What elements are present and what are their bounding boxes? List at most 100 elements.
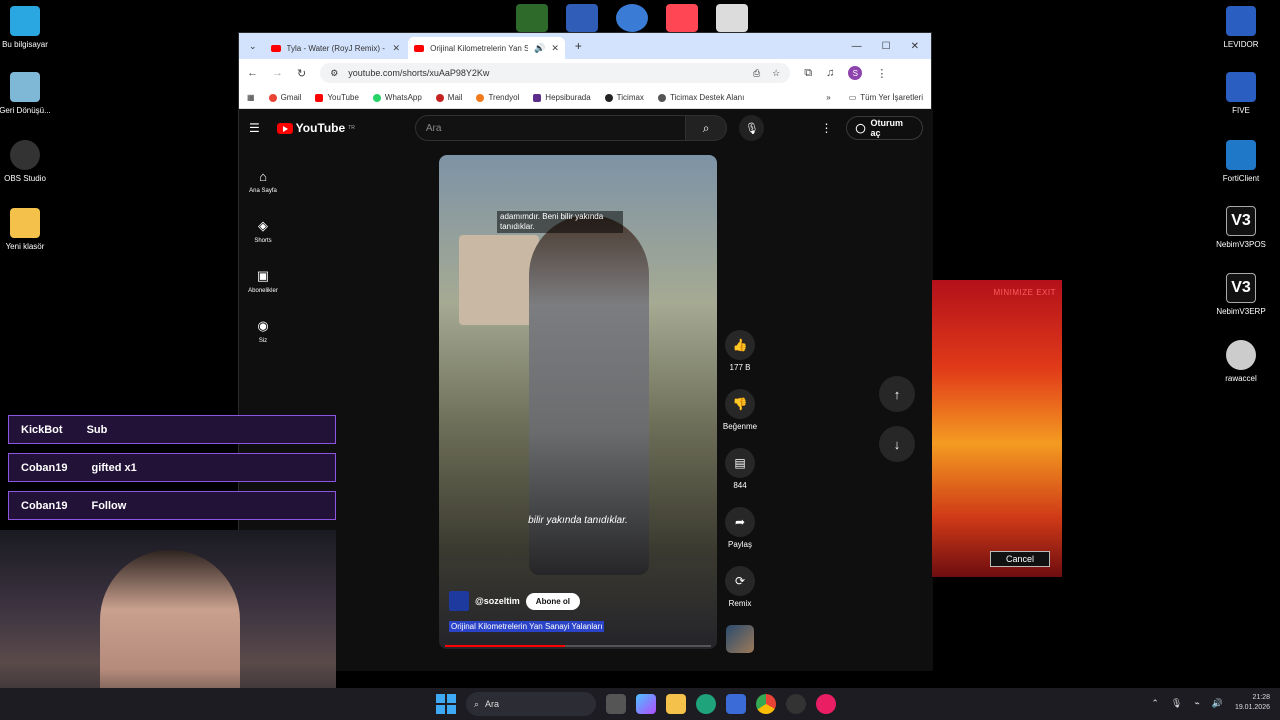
copilot-icon[interactable] bbox=[636, 694, 656, 714]
back-icon[interactable]: ← bbox=[247, 67, 258, 79]
new-tab-icon[interactable]: + bbox=[567, 39, 590, 53]
forward-icon[interactable]: → bbox=[272, 67, 283, 79]
previous-short-button[interactable]: ↑ bbox=[879, 376, 915, 412]
file-explorer-icon[interactable] bbox=[666, 694, 686, 714]
bookmark-whatsapp[interactable]: WhatsApp bbox=[372, 93, 422, 102]
recycle-bin-icon bbox=[10, 72, 40, 102]
comments-action: ▤ 844 bbox=[725, 448, 755, 501]
desktop-icon-rawaccel[interactable]: rawaccel bbox=[1209, 340, 1273, 384]
close-tab-icon[interactable]: ✕ bbox=[551, 43, 559, 54]
bookmark-mail[interactable]: Mail bbox=[435, 93, 462, 102]
desktop-icon-this-pc[interactable]: Bu bilgisayar bbox=[0, 6, 57, 50]
all-bookmarks[interactable]: ▭ Tüm Yer İşaretleri bbox=[849, 93, 923, 102]
sound-thumbnail[interactable] bbox=[726, 625, 754, 653]
bookmark-ticimax[interactable]: Ticimax bbox=[604, 93, 644, 102]
comments-button[interactable]: ▤ bbox=[725, 448, 755, 478]
share-action: ➦ Paylaş bbox=[725, 507, 755, 560]
share-button[interactable]: ➦ bbox=[725, 507, 755, 537]
mic-icon[interactable]: 🎙 bbox=[1171, 698, 1182, 709]
channel-avatar[interactable] bbox=[449, 591, 469, 611]
short-video-player[interactable]: adamımdır. Beni bilir yakında tanıdıklar… bbox=[439, 155, 717, 649]
signin-button[interactable]: ◯ Oturum aç bbox=[846, 116, 924, 140]
reload-icon[interactable]: ↻ bbox=[297, 67, 306, 80]
close-window-icon[interactable]: ✕ bbox=[911, 41, 919, 52]
volume-icon[interactable]: 🔊 bbox=[1212, 698, 1223, 709]
tab-active-shorts[interactable]: Orijinal Kilometrelerin Yan S 🔊 ✕ bbox=[408, 37, 565, 59]
remix-button[interactable]: ⟳ bbox=[725, 566, 755, 596]
desktop-icon-recycle-bin[interactable]: Geri Dönüşü... bbox=[0, 72, 57, 116]
cs-icon[interactable] bbox=[566, 4, 598, 32]
minimize-icon[interactable]: — bbox=[852, 41, 862, 52]
edge-icon[interactable] bbox=[696, 694, 716, 714]
short-navigation: ↑ ↓ bbox=[879, 376, 915, 462]
next-short-button[interactable]: ↓ bbox=[879, 426, 915, 462]
gta-v-icon[interactable] bbox=[516, 4, 548, 32]
bookmark-ticimax-destek[interactable]: Ticimax Destek Alanı bbox=[657, 93, 744, 102]
more-bookmarks-icon[interactable]: » bbox=[826, 93, 830, 102]
speaker-icon[interactable]: 🔊 bbox=[534, 43, 545, 54]
menu-icon[interactable]: ☰ bbox=[249, 121, 263, 135]
extensions-icon[interactable]: ⧉ bbox=[804, 67, 812, 80]
settings-menu-icon[interactable]: ⋮ bbox=[820, 121, 832, 135]
valorant-icon[interactable] bbox=[666, 4, 698, 32]
obs-icon[interactable] bbox=[786, 694, 806, 714]
maximize-icon[interactable]: ☐ bbox=[882, 41, 891, 52]
desktop-icon-five[interactable]: FIVE bbox=[1209, 72, 1273, 116]
sidebar-item-subscriptions[interactable]: ▣ Abonelikler bbox=[239, 256, 287, 306]
sidebar-item-shorts[interactable]: ◈ Shorts bbox=[239, 206, 287, 256]
dislike-button[interactable]: 👎 bbox=[725, 389, 755, 419]
tab-tyla-water[interactable]: Tyla - Water (RoyJ Remix) - You ✕ bbox=[265, 37, 407, 59]
cancel-button[interactable]: Cancel bbox=[990, 551, 1050, 567]
close-tab-icon[interactable]: ✕ bbox=[393, 43, 401, 54]
recorder-icon[interactable] bbox=[816, 694, 836, 714]
clock[interactable]: 21:28 19.01.2026 bbox=[1235, 693, 1270, 713]
taskbar-search[interactable]: ⌕ Ara bbox=[466, 692, 596, 716]
channel-name[interactable]: @sozeltim bbox=[475, 596, 520, 606]
search-input[interactable]: Ara bbox=[414, 115, 687, 141]
bookmark-youtube[interactable]: YouTube bbox=[315, 93, 359, 102]
site-settings-icon[interactable]: ⚙ bbox=[330, 68, 338, 79]
desktop-icon-obs[interactable]: OBS Studio bbox=[0, 140, 57, 184]
arrow-down-icon: ↓ bbox=[893, 436, 901, 452]
media-control-icon[interactable]: ♫ bbox=[826, 67, 834, 79]
video-title[interactable]: Orijinal Kilometrelerin Yan Sanayi Yalan… bbox=[449, 621, 605, 632]
chicken-icon[interactable] bbox=[716, 4, 748, 32]
sidebar-item-home[interactable]: ⌂ Ana Sayfa bbox=[239, 156, 287, 206]
desktop-icon-levidor[interactable]: LEVIDOR bbox=[1209, 6, 1273, 50]
desktop-icon-nebimv3pos[interactable]: V3 NebimV3POS bbox=[1209, 206, 1273, 250]
apps-grid-icon[interactable]: ▦ bbox=[247, 93, 255, 102]
youtube-logo[interactable]: YouTube TR bbox=[276, 121, 355, 135]
voice-search-button[interactable]: 🎙 bbox=[739, 115, 765, 141]
omnibox[interactable]: ⚙ youtube.com/shorts/xuAaP98Y2Kw ⎙ ☆ bbox=[320, 63, 791, 83]
network-icon[interactable]: ⌁ bbox=[1194, 698, 1199, 709]
desktop-icon-nebimv3erp[interactable]: V3 NebimV3ERP bbox=[1209, 273, 1273, 317]
profile-avatar[interactable]: S bbox=[848, 66, 863, 80]
dislike-action: 👎 Beğenme bbox=[723, 389, 757, 442]
search-button[interactable]: ⌕ bbox=[686, 115, 728, 141]
tab-list-icon[interactable]: ⌄ bbox=[243, 41, 263, 52]
chevron-up-icon[interactable]: ⌃ bbox=[1151, 698, 1159, 709]
bookmark-hepsiburada[interactable]: Hepsiburada bbox=[533, 93, 591, 102]
browser-menu-icon[interactable]: ⋮ bbox=[876, 67, 887, 80]
app-icon bbox=[1226, 6, 1256, 36]
bookmark-trendyol[interactable]: Trendyol bbox=[476, 93, 519, 102]
sidebar-item-you[interactable]: ◉ Siz bbox=[239, 306, 287, 356]
task-view-icon[interactable] bbox=[606, 694, 626, 714]
search-icon: ⌕ bbox=[702, 120, 710, 135]
youtube-header: ☰ YouTube TR Ara ⌕ 🎙 ⋮ ◯ Oturum aç bbox=[239, 110, 933, 146]
subscribe-button[interactable]: Abone ol bbox=[525, 592, 581, 610]
desktop-icon-forticlient[interactable]: FortiClient bbox=[1209, 140, 1273, 184]
start-icon[interactable] bbox=[436, 694, 456, 714]
arrow-up-icon: ↑ bbox=[893, 386, 901, 402]
desktop-icon-new-folder[interactable]: Yeni klasör bbox=[0, 208, 57, 252]
video-progress-bar[interactable] bbox=[445, 645, 711, 647]
chrome-icon[interactable] bbox=[756, 694, 776, 714]
subtitle-mid: bilir yakında tanıdıklar. bbox=[528, 515, 628, 526]
bookmark-star-icon[interactable]: ☆ bbox=[772, 68, 780, 79]
like-button[interactable]: 👍 bbox=[725, 330, 755, 360]
url-text: youtube.com/shorts/xuAaP98Y2Kw bbox=[348, 68, 490, 78]
bookmark-gmail[interactable]: Gmail bbox=[268, 93, 301, 102]
globe-icon[interactable] bbox=[616, 4, 648, 32]
store-icon[interactable] bbox=[726, 694, 746, 714]
install-app-icon[interactable]: ⎙ bbox=[753, 68, 760, 79]
